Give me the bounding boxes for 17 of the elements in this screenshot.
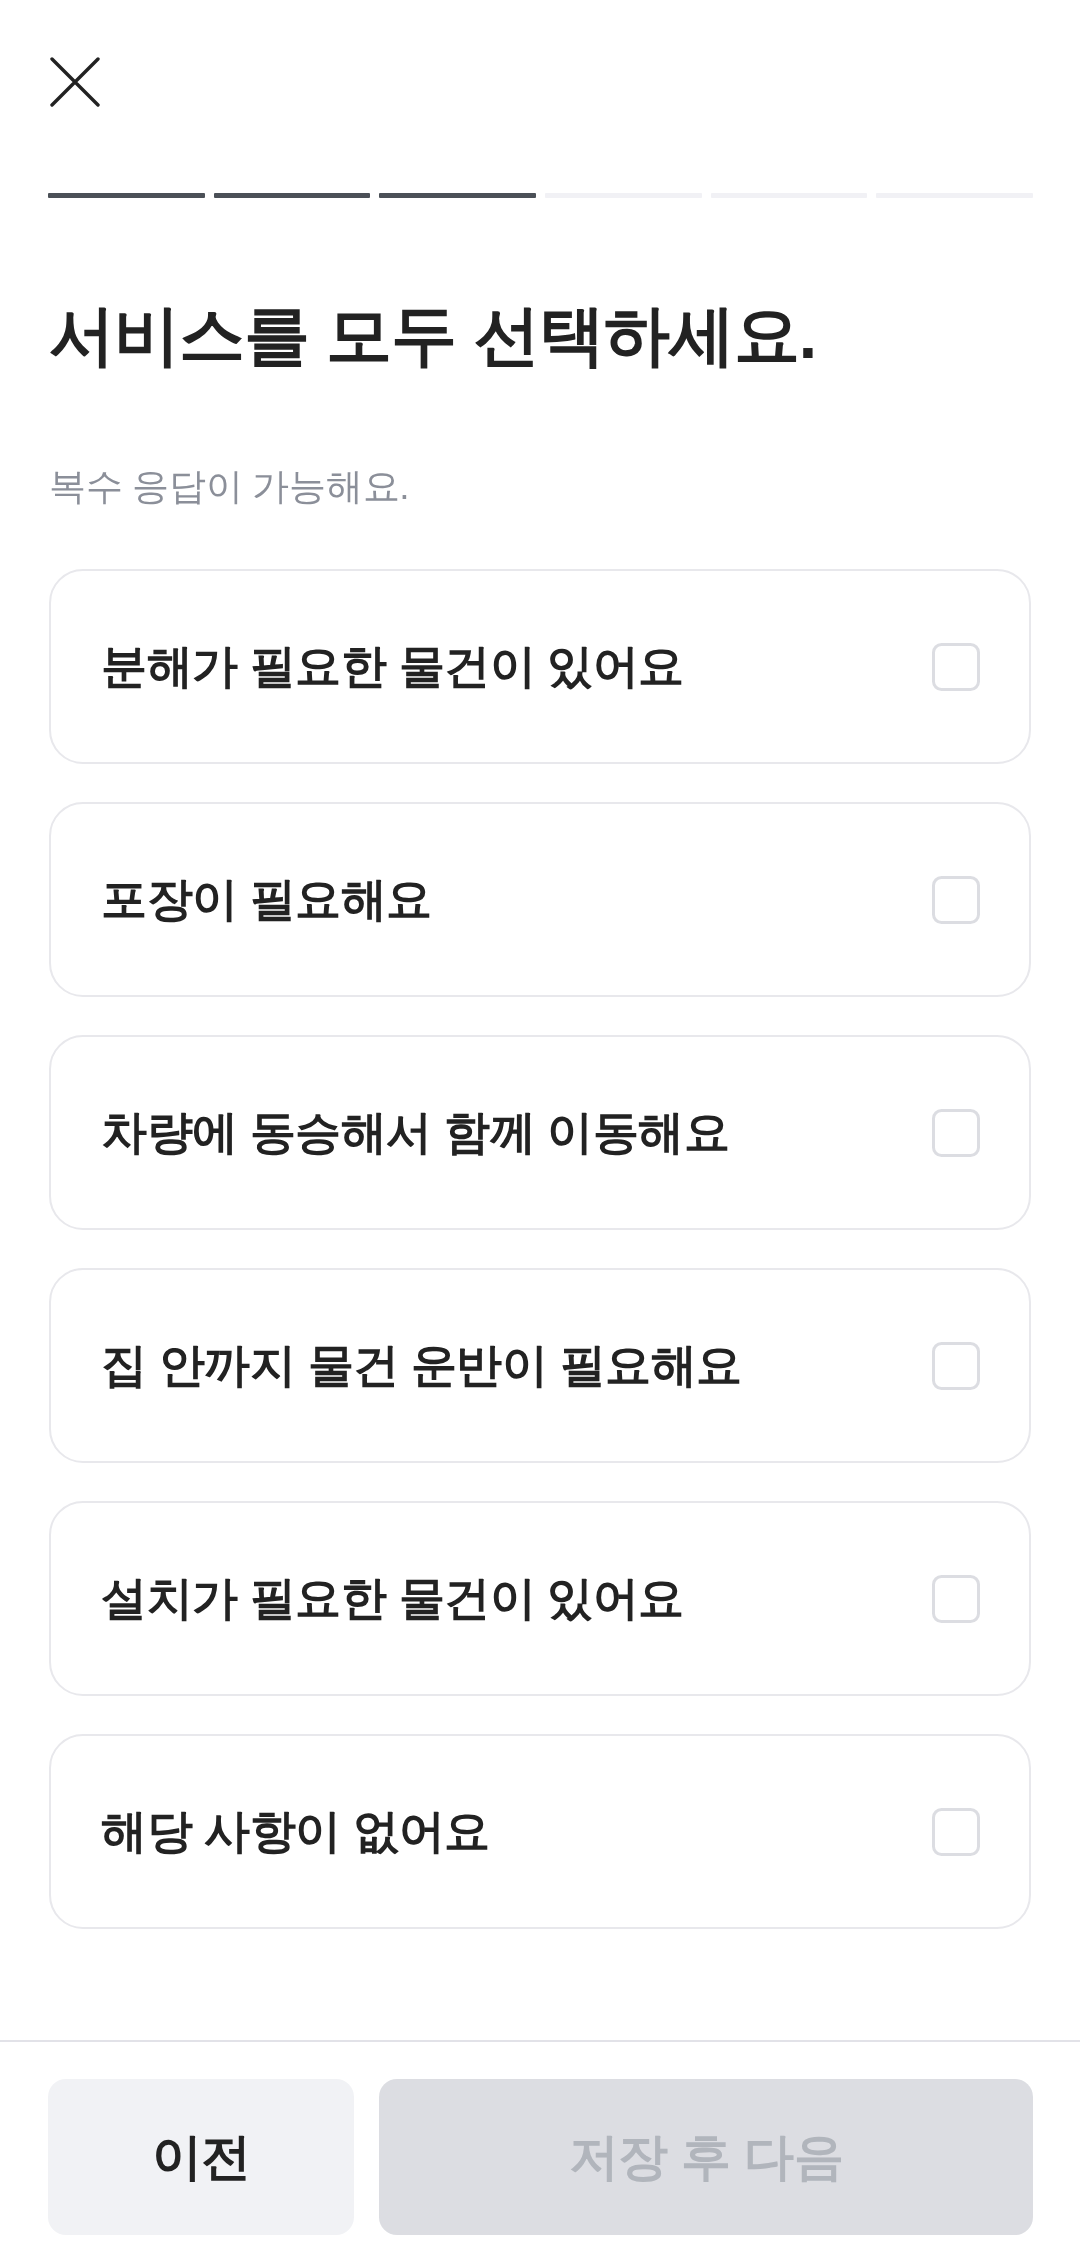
option-card[interactable]: 포장이 필요해요 xyxy=(49,802,1031,997)
close-icon xyxy=(50,57,100,107)
checkbox[interactable] xyxy=(932,1807,980,1856)
option-card[interactable]: 차량에 동승해서 함께 이동해요 xyxy=(49,1035,1031,1230)
option-card[interactable]: 집 안까지 물건 운반이 필요해요 xyxy=(49,1268,1031,1463)
previous-button[interactable]: 이전 xyxy=(48,2079,354,2235)
hint-text: 복수 응답이 가능해요. xyxy=(49,466,410,507)
checkbox[interactable] xyxy=(932,875,980,924)
option-card[interactable]: 설치가 필요한 물건이 있어요 xyxy=(49,1501,1031,1696)
checkbox[interactable] xyxy=(932,1341,980,1390)
checkbox[interactable] xyxy=(932,642,980,691)
option-card[interactable]: 해당 사항이 없어요 xyxy=(49,1734,1031,1929)
close-button[interactable] xyxy=(50,57,100,107)
option-card[interactable]: 분해가 필요한 물건이 있어요 xyxy=(49,569,1031,764)
page-title: 서비스를 모두 선택하세요. xyxy=(49,297,816,374)
checkbox[interactable] xyxy=(932,1108,980,1157)
checkbox[interactable] xyxy=(932,1574,980,1623)
